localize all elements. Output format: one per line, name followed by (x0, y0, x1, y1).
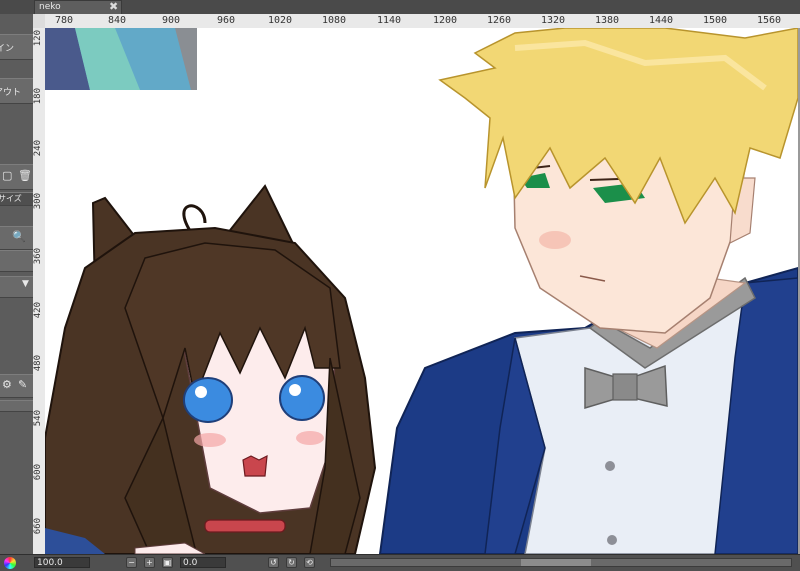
ruler-label: 960 (217, 15, 236, 26)
ruler-label: 900 (162, 15, 181, 26)
ruler-label: 600 (33, 464, 43, 481)
ruler-label: 1320 (541, 15, 566, 26)
left-tool-panel: イン アウト ▢ 🗑 サイズ 🔍 ▼ ⚙ ✎ (0, 14, 34, 554)
ruler-label: 180 (33, 88, 43, 105)
status-bar: 100.0 − + ▣ 0.0 ↺ ↻ ⟲ (0, 554, 800, 571)
chevron-down-icon: ▼ (22, 279, 29, 289)
drawing-canvas[interactable] (45, 28, 798, 554)
girl-figure (45, 184, 377, 554)
ruler-label: 300 (33, 193, 43, 210)
magnifier-icon[interactable]: 🔍 (12, 230, 26, 243)
bottom-tools-row: ⚙ ✎ (0, 374, 33, 398)
illustration (45, 28, 798, 554)
layer-buttons-row: ▢ 🗑 (0, 164, 33, 190)
tool-property-label: アウト (0, 88, 22, 98)
color-wheel-icon[interactable] (4, 557, 16, 569)
rotate-right-icon[interactable]: ↻ (286, 557, 297, 568)
panel-separator (0, 400, 33, 412)
ruler-label: 540 (33, 410, 43, 427)
ruler-label: 660 (33, 518, 43, 535)
ruler-label: 1440 (649, 15, 674, 26)
property-field[interactable] (0, 250, 33, 272)
tool-property-row-out[interactable]: アウト (0, 78, 33, 104)
dropdown-field[interactable]: ▼ (0, 276, 33, 298)
ruler-label: 240 (33, 140, 43, 157)
zoom-in-icon[interactable]: + (144, 557, 155, 568)
close-icon[interactable]: ✖ (109, 0, 118, 13)
ruler-label: 1020 (268, 15, 293, 26)
reference-thumbnail (45, 28, 197, 90)
boy-figure (378, 28, 798, 554)
document-tab[interactable]: neko ✖ (34, 0, 122, 14)
zoom-tool-row: 🔍 (0, 226, 33, 250)
ruler-label: 1140 (377, 15, 402, 26)
rotation-field[interactable]: 0.0 (180, 557, 226, 568)
ruler-label: 360 (33, 248, 43, 265)
ruler-label: 1260 (487, 15, 512, 26)
horizontal-ruler: 780 840 900 960 1020 1080 1140 1200 1260… (45, 14, 800, 29)
zoom-field[interactable]: 100.0 (34, 557, 90, 568)
rotate-left-icon[interactable]: ↺ (268, 557, 279, 568)
new-layer-icon[interactable]: ▢ (2, 169, 12, 182)
section-label: サイズ (0, 194, 22, 203)
trash-icon[interactable]: 🗑 (18, 169, 32, 182)
ruler-label: 1560 (757, 15, 782, 26)
gear-icon[interactable]: ⚙ (2, 378, 12, 391)
ruler-label: 780 (55, 15, 74, 26)
fit-view-icon[interactable]: ▣ (162, 557, 173, 568)
zoom-out-icon[interactable]: − (126, 557, 137, 568)
ruler-label: 1080 (322, 15, 347, 26)
document-tab-label: neko (39, 2, 61, 12)
ruler-label: 1200 (433, 15, 458, 26)
ruler-label: 1500 (703, 15, 728, 26)
wrench-icon[interactable]: ✎ (18, 378, 27, 391)
reset-rotation-icon[interactable]: ⟲ (304, 557, 315, 568)
ruler-label: 480 (33, 355, 43, 372)
ruler-label: 840 (108, 15, 127, 26)
ruler-label: 120 (33, 30, 43, 47)
tool-property-label: イン (0, 44, 15, 54)
ruler-label: 1380 (595, 15, 620, 26)
scrollbar-thumb[interactable] (521, 559, 591, 566)
tool-property-row-in[interactable]: イン (0, 34, 33, 60)
document-tab-bar: neko ✖ (0, 0, 800, 15)
size-section-header: サイズ (0, 192, 33, 206)
horizontal-scrollbar[interactable] (330, 558, 792, 567)
ruler-label: 420 (33, 302, 43, 319)
